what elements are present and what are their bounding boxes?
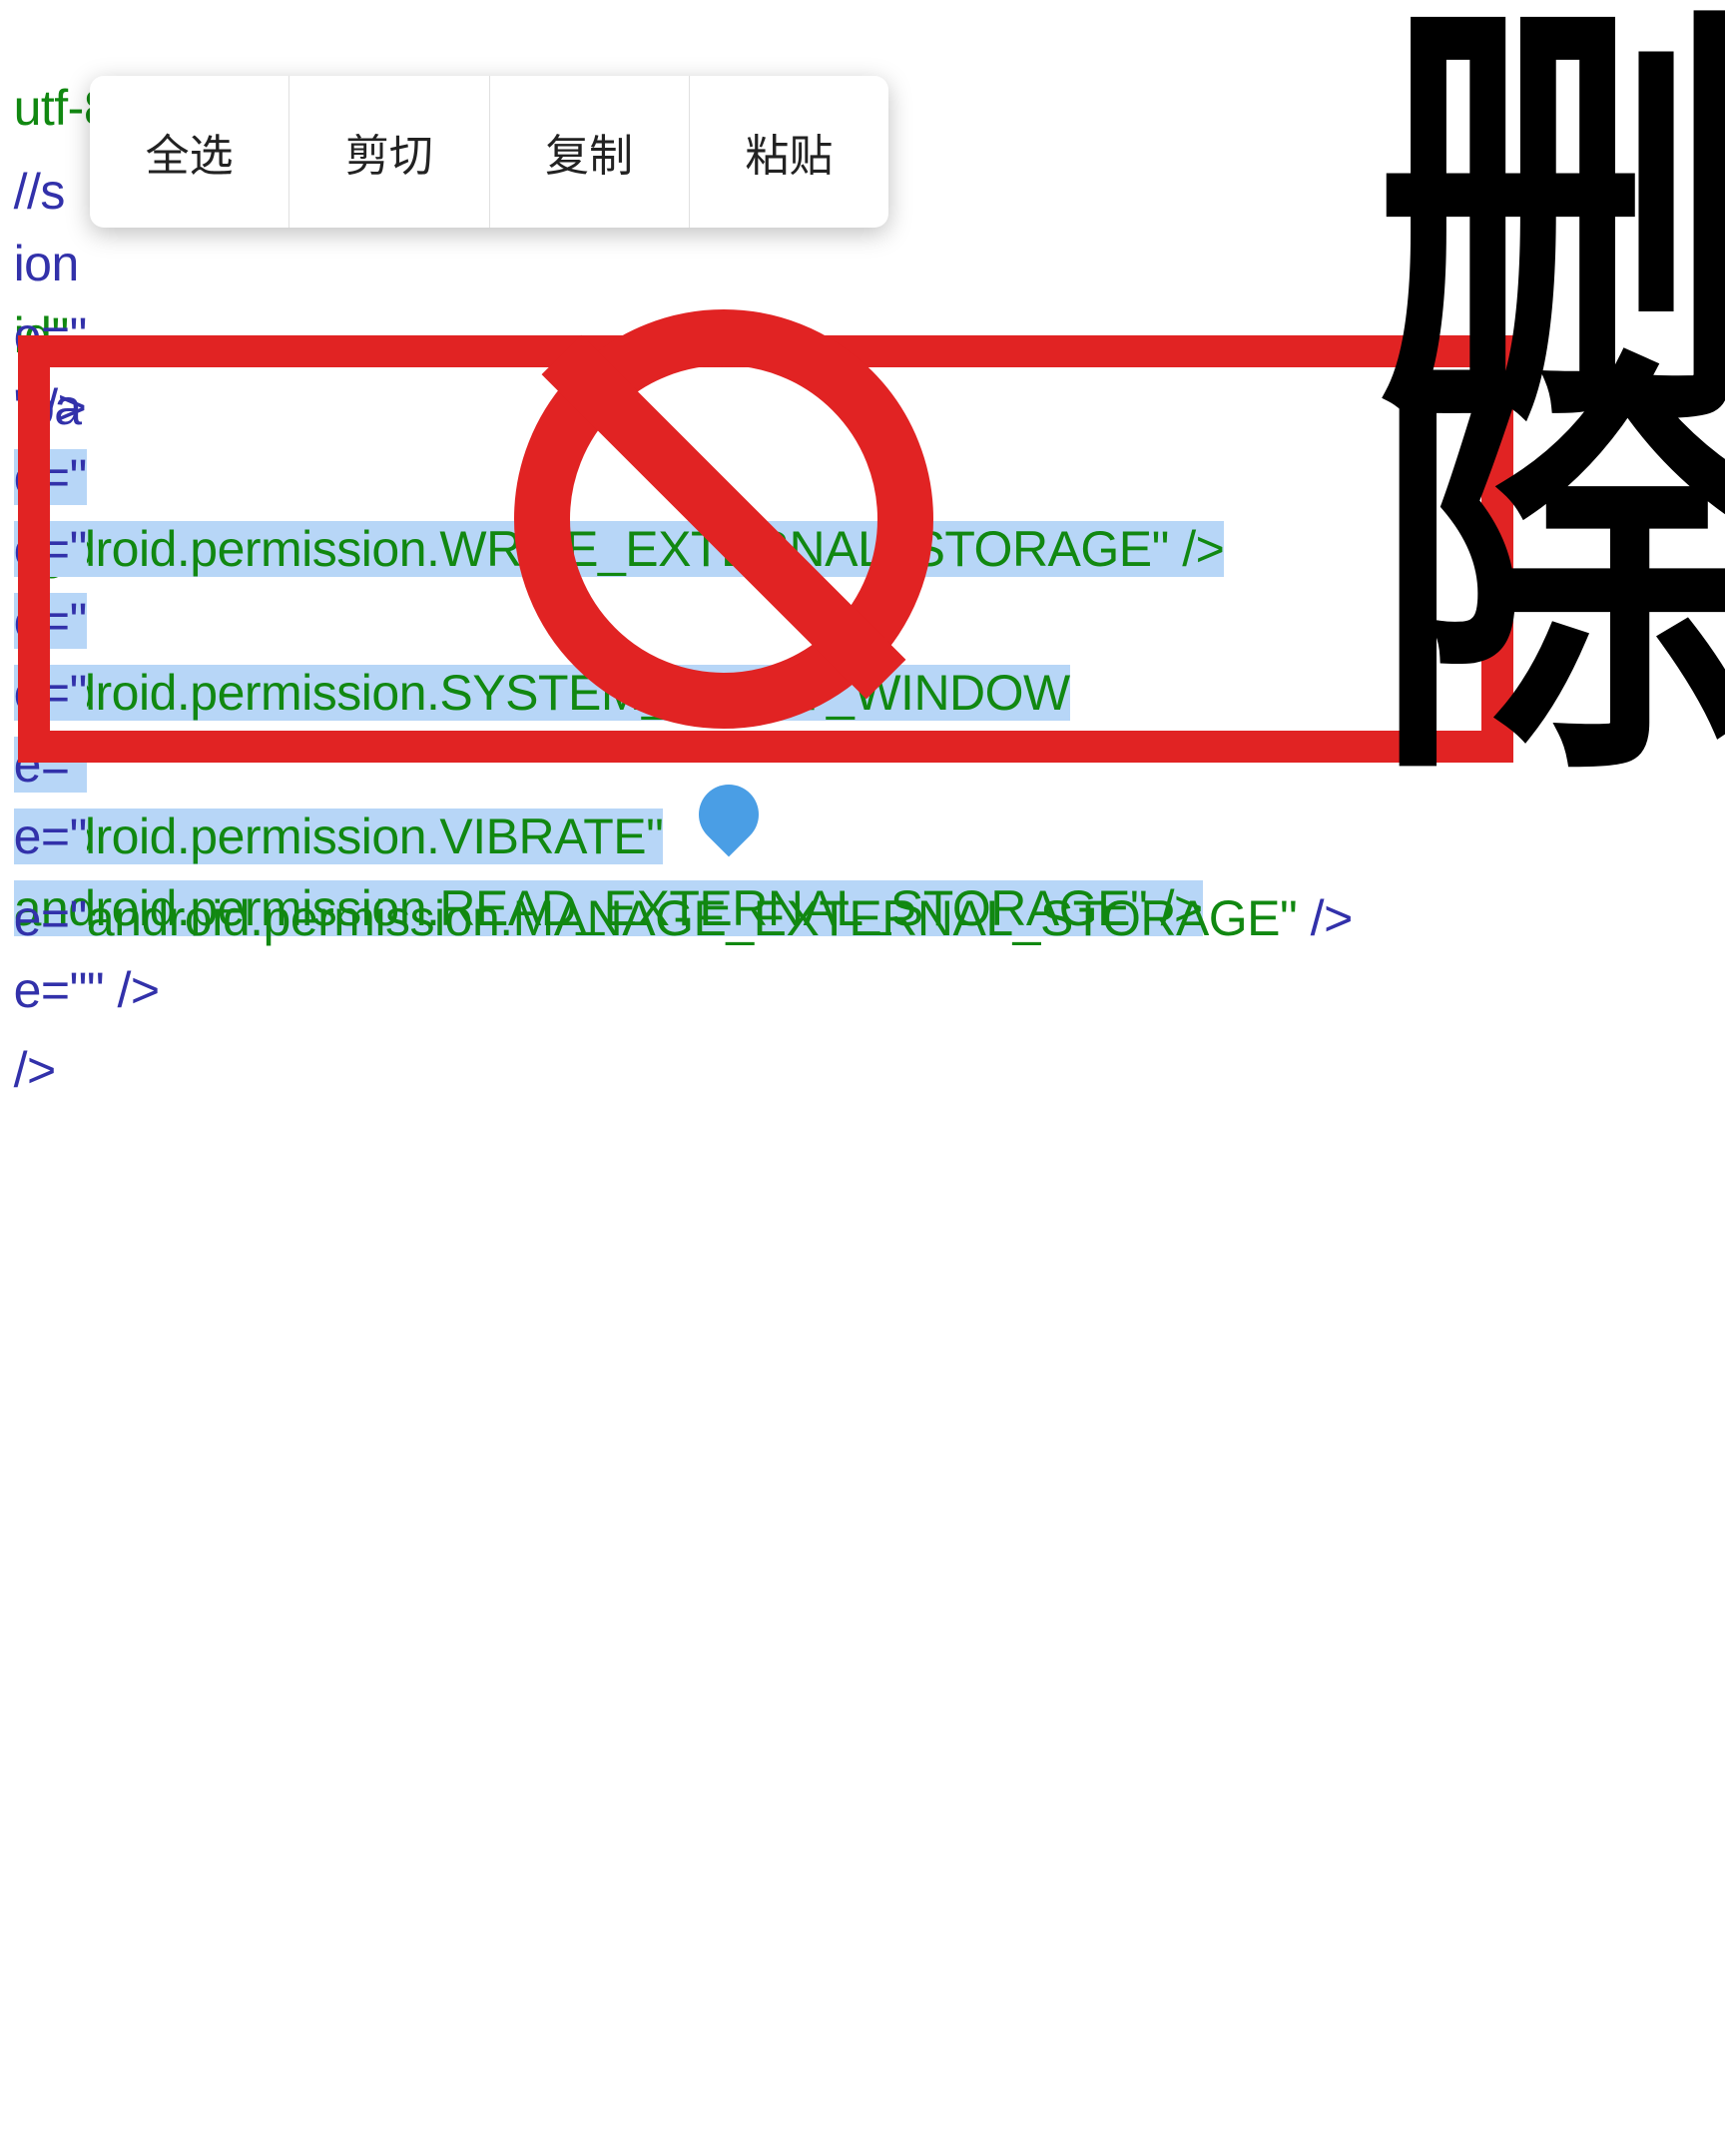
context-menu-paste[interactable]: 粘贴 bbox=[690, 76, 888, 228]
code-text: e=" bbox=[14, 307, 87, 363]
context-menu: 全选 剪切 复制 粘贴 bbox=[90, 76, 888, 228]
context-menu-cut[interactable]: 剪切 bbox=[289, 76, 489, 228]
context-menu-select-all[interactable]: 全选 bbox=[90, 76, 289, 228]
code-text: /> bbox=[14, 1042, 56, 1098]
context-menu-copy[interactable]: 复制 bbox=[490, 76, 690, 228]
